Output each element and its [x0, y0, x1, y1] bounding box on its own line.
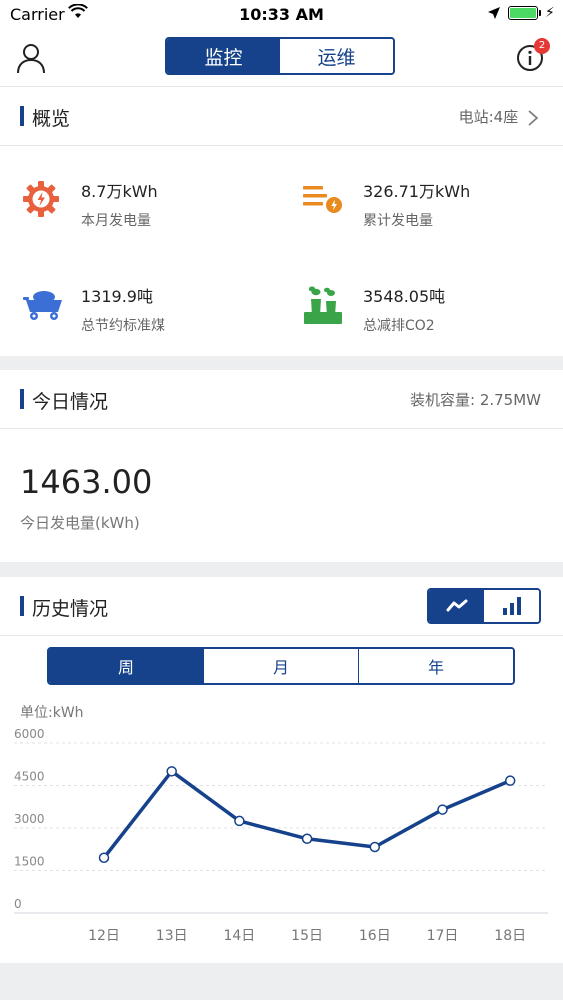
x-tick-label: 12日	[88, 928, 120, 944]
section-marker	[20, 389, 24, 409]
series-line	[102, 769, 511, 859]
period-year[interactable]: 年	[358, 649, 513, 683]
line-chart-icon	[446, 599, 467, 612]
history-card: 历史情况 周 月 年 单位:kWh 0 1500 3000 4500 6000 12日 13…	[0, 577, 563, 963]
line-chart-button[interactable]	[429, 590, 484, 622]
history-title: 历史情况	[32, 598, 109, 620]
unit-label: 单位:kWh	[20, 705, 84, 721]
status-bar: Carrier 10:33 AM ⚡	[0, 0, 563, 30]
factory-co2-icon	[304, 286, 342, 324]
overview-title: 概览	[32, 108, 71, 130]
y-tick-label: 3000	[14, 812, 45, 826]
today-generation-value: 1463.00	[20, 463, 153, 501]
station-count-link[interactable]: 电站:4座	[459, 106, 539, 127]
nav-bar: 监控 运维 2	[0, 30, 563, 87]
stat-value: 8.7万kWh	[81, 182, 158, 201]
data-point	[234, 815, 245, 827]
tab-monitor[interactable]: 监控	[167, 39, 280, 73]
section-marker	[20, 106, 24, 126]
chevron-right-icon	[528, 109, 539, 126]
stat-label: 本月发电量	[81, 213, 151, 229]
period-switch: 周 月 年	[47, 647, 515, 685]
stat-value: 326.71万kWh	[363, 182, 471, 201]
stat-label: 总节约标准煤	[81, 318, 165, 334]
today-title: 今日情况	[32, 391, 109, 413]
data-point	[301, 833, 313, 845]
data-point	[98, 852, 110, 863]
x-tick-label: 14日	[223, 928, 255, 944]
x-tick-label: 17日	[427, 928, 459, 944]
data-point	[504, 775, 516, 786]
history-line-chart: 0 1500 3000 4500 6000 12日 13日 14日 15日 16日 17日 18日	[14, 727, 548, 944]
tab-operations[interactable]: 运维	[280, 39, 393, 73]
user-profile-icon[interactable]	[16, 42, 46, 74]
cumulative-energy-icon	[303, 186, 342, 213]
stat-coal-saved: 1319.9吨 总节约标准煤	[81, 283, 165, 335]
stat-month-generation: 8.7万kWh 本月发电量	[81, 178, 158, 230]
stat-label: 累计发电量	[363, 213, 433, 229]
x-tick-label: 18日	[494, 928, 526, 944]
stat-value: 1319.9吨	[81, 287, 153, 306]
x-tick-label: 16日	[359, 928, 391, 944]
stat-label: 总减排CO2	[363, 318, 435, 334]
today-generation-label: 今日发电量(kWh)	[20, 514, 140, 532]
y-tick-label: 6000	[14, 727, 45, 741]
y-tick-label: 0	[14, 897, 22, 911]
stat-co2-reduced: 3548.05吨 总减排CO2	[363, 283, 445, 335]
period-month[interactable]: 月	[203, 649, 358, 683]
power-gear-icon	[23, 181, 59, 217]
x-tick-label: 13日	[156, 928, 188, 944]
overview-card: 概览 电站:4座 8.7万kWh 本月发电量 326.71万kWh 累计发电量 …	[0, 87, 563, 356]
charging-bolt-icon: ⚡	[545, 5, 555, 21]
history-header: 历史情况	[0, 577, 563, 636]
period-week[interactable]: 周	[49, 649, 203, 683]
stat-total-generation: 326.71万kWh 累计发电量	[363, 178, 470, 230]
station-count: 电站:4座	[458, 108, 519, 126]
data-point	[166, 766, 177, 777]
battery-tip	[539, 10, 541, 16]
data-point	[369, 841, 381, 853]
clock: 10:33 AM	[239, 5, 324, 24]
installed-capacity: 装机容量: 2.75MW	[410, 391, 541, 409]
bar-chart-icon	[502, 597, 521, 615]
stat-value: 3548.05吨	[363, 287, 446, 306]
chart-type-toggle	[427, 588, 541, 624]
overview-header: 概览 电站:4座	[0, 87, 563, 146]
today-card: 今日情况 装机容量: 2.75MW 1463.00 今日发电量(kWh)	[0, 370, 563, 562]
y-tick-label: 4500	[14, 770, 45, 784]
data-point	[437, 804, 448, 815]
today-header: 今日情况 装机容量: 2.75MW	[0, 370, 563, 429]
x-tick-label: 15日	[291, 928, 323, 944]
battery-icon	[508, 6, 538, 20]
coal-cart-icon	[23, 291, 62, 320]
section-marker	[20, 596, 24, 616]
location-arrow-icon	[488, 7, 500, 19]
notification-badge: 2	[534, 38, 550, 54]
main-tab-switch: 监控 运维	[165, 37, 395, 75]
bar-chart-button[interactable]	[484, 590, 539, 622]
y-tick-label: 1500	[14, 855, 45, 869]
